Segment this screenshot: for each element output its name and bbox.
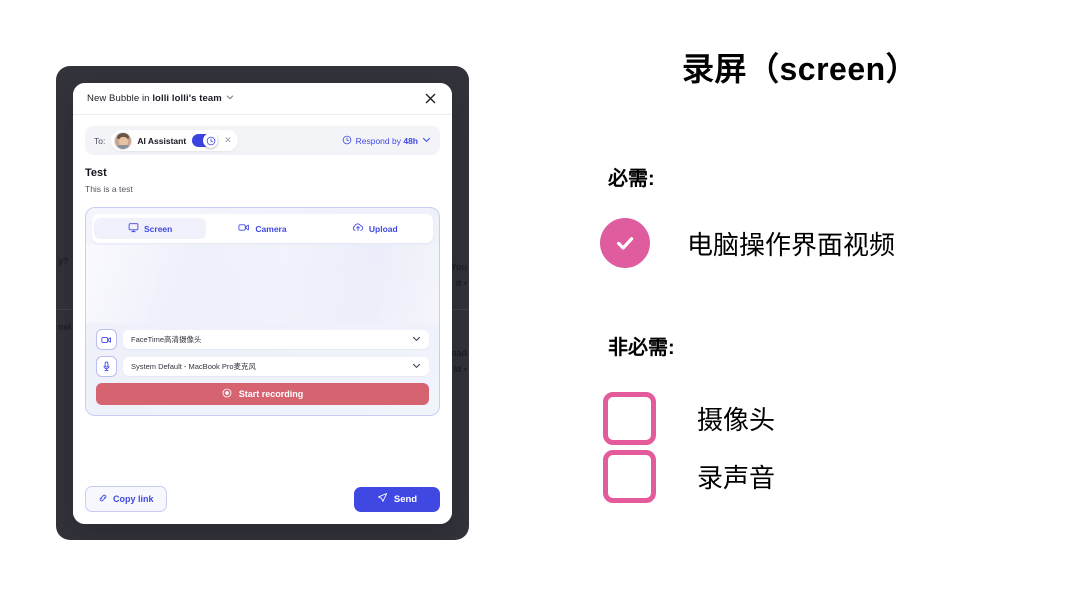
empty-checkbox-icon — [603, 392, 656, 445]
copy-link-button[interactable]: Copy link — [85, 486, 167, 512]
chevron-down-icon — [412, 361, 421, 372]
video-camera-icon — [238, 222, 250, 235]
background-text-fragment: nel — [58, 322, 72, 332]
chevron-down-icon[interactable] — [226, 93, 234, 103]
avatar — [114, 131, 133, 150]
video-camera-icon[interactable] — [96, 329, 117, 350]
record-dot-icon — [222, 388, 232, 400]
tab-screen[interactable]: Screen — [94, 218, 207, 239]
background-text-fragment: d • — [455, 278, 467, 288]
camera-device-row: FaceTime高清摄像头 — [96, 329, 429, 350]
optional-item: 摄像头 — [600, 392, 775, 445]
background-text-fragment: ld • — [453, 364, 467, 374]
tab-screen-label: Screen — [143, 223, 173, 234]
recorder-card: Screen Camera Upload FaceTime高清摄像头 Syste… — [85, 207, 440, 416]
modal-title: New Bubble in lolli lolli's team — [87, 93, 234, 104]
optional-item: 录声音 — [600, 450, 775, 503]
cloud-upload-icon — [352, 222, 364, 235]
message-title[interactable]: Test — [85, 167, 440, 179]
recipient-chip[interactable]: AI Assistant ✕ — [111, 130, 238, 151]
required-section-heading: 必需: — [608, 168, 655, 190]
required-item: 电脑操作界面视频 — [600, 218, 895, 268]
tab-upload-label: Upload — [368, 223, 398, 234]
start-recording-label: Start recording — [238, 389, 304, 399]
to-label: To: — [94, 135, 106, 146]
send-button[interactable]: Send — [354, 486, 440, 512]
copy-link-label: Copy link — [113, 494, 154, 504]
send-plane-icon — [377, 492, 388, 506]
link-icon — [98, 493, 108, 505]
app-screenshot-frame: y? nel You d • load ld • New Bubble in l… — [56, 66, 469, 540]
recorder-tab-bar: Screen Camera Upload — [92, 214, 433, 243]
start-recording-button[interactable]: Start recording — [96, 383, 429, 405]
monitor-icon — [128, 222, 139, 235]
recipient-name: AI Assistant — [137, 135, 187, 146]
message-body[interactable]: This is a test — [85, 184, 440, 194]
clock-icon — [203, 133, 219, 148]
camera-select[interactable]: FaceTime高清摄像头 — [123, 330, 429, 349]
clock-icon — [342, 135, 352, 147]
respond-by-selector[interactable]: Respond by 48h — [342, 135, 431, 147]
microphone-select-value: System Default - MacBook Pro麦克风 — [131, 362, 257, 371]
tab-upload[interactable]: Upload — [319, 218, 431, 239]
chevron-down-icon — [412, 334, 421, 345]
respond-by-label: Respond by 48h — [355, 135, 418, 146]
microphone-icon[interactable] — [96, 356, 117, 377]
optional-item-label: 摄像头 — [697, 405, 776, 435]
empty-checkbox-icon — [603, 450, 656, 503]
modal-title-team: lolli lolli's team — [152, 93, 222, 104]
modal-title-prefix: New Bubble in — [87, 93, 153, 104]
optional-item-label: 录声音 — [697, 463, 776, 493]
microphone-device-row: System Default - MacBook Pro麦克风 — [96, 356, 429, 377]
tab-camera[interactable]: Camera — [206, 218, 318, 239]
background-text-fragment: y? — [58, 256, 69, 266]
chevron-down-icon — [422, 135, 431, 146]
annotation-panel: 录屏（screen） 必需: 电脑操作界面视频 非必需: 摄像头 录声音 — [600, 0, 1080, 608]
send-label: Send — [393, 493, 418, 505]
optional-section-heading: 非必需: — [608, 337, 675, 359]
required-item-label: 电脑操作界面视频 — [687, 229, 896, 260]
tab-camera-label: Camera — [255, 223, 287, 234]
respond-toggle[interactable] — [192, 133, 219, 148]
new-bubble-modal: New Bubble in lolli lolli's team To: AI … — [73, 83, 452, 524]
camera-select-value: FaceTime高清摄像头 — [131, 335, 202, 344]
background-text-fragment: You — [450, 262, 467, 272]
check-circle-icon — [600, 218, 650, 268]
recording-preview — [86, 245, 439, 323]
modal-header: New Bubble in lolli lolli's team — [73, 83, 452, 115]
remove-recipient-icon[interactable]: ✕ — [224, 136, 232, 145]
panel-title: 录屏（screen） — [682, 51, 919, 87]
microphone-select[interactable]: System Default - MacBook Pro麦克风 — [123, 357, 429, 376]
close-icon[interactable] — [422, 91, 438, 107]
modal-footer: Copy link Send — [73, 474, 452, 524]
recipients-row: To: AI Assistant ✕ Respond by 48h — [85, 126, 440, 155]
